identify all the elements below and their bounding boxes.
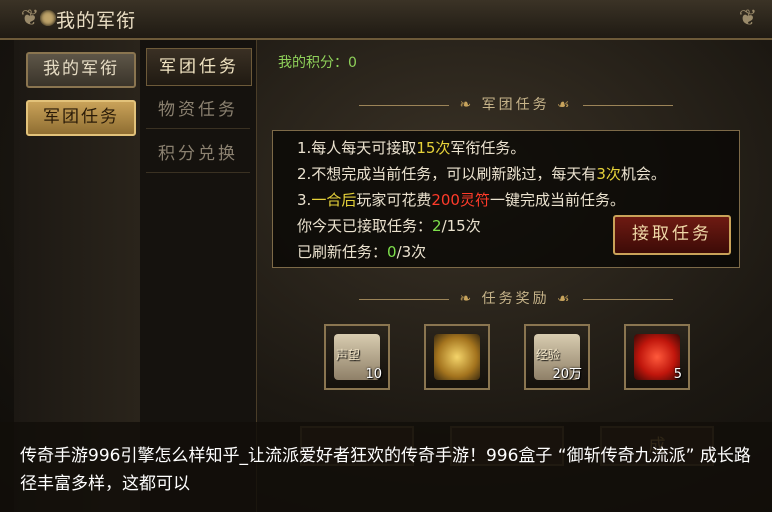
section-header-reward: ❧ 任务奖励 ☙ <box>260 288 772 308</box>
tab-supply-task[interactable]: 物资任务 <box>146 92 250 129</box>
window-title: 我的军衔 <box>56 10 137 32</box>
my-score: 我的积分：0 <box>278 52 357 72</box>
dragon-ornament-icon: ❦ <box>738 6 758 31</box>
reward-slot[interactable]: 声望 10 <box>324 324 390 390</box>
rule-2: 2.不想完成当前任务，可以刷新跳过，每天有3次机会。 <box>297 165 666 183</box>
section-title-reward: 任务奖励 <box>481 291 550 307</box>
reward-slot[interactable] <box>424 324 490 390</box>
reward-count: 10 <box>365 367 382 382</box>
section-header-task: ❧ 军团任务 ☙ <box>260 94 772 114</box>
scroll-ornament-icon: ❧ <box>459 291 475 307</box>
tab-points-exchange[interactable]: 积分兑换 <box>146 136 250 173</box>
reward-slot[interactable]: 经验 20万 <box>524 324 590 390</box>
window-emblem-icon <box>40 10 56 26</box>
sidebar-item-legion-task[interactable]: 军团任务 <box>26 100 136 136</box>
scroll-ornament-icon: ☙ <box>557 291 573 307</box>
accept-task-button[interactable]: 接取任务 <box>613 215 731 255</box>
tasks-refreshed: 已刷新任务：0/3次 <box>297 243 427 261</box>
rule-3: 3.一合后玩家可花费200灵符一键完成当前任务。 <box>297 191 625 209</box>
gold-medal-icon <box>434 334 480 380</box>
game-window: ❦ 我的军衔 ❦ 我的军衔 军团任务 军团任务 物资任务 积分兑换 我的积分：0… <box>0 0 772 512</box>
title-bar: ❦ 我的军衔 ❦ <box>0 0 772 40</box>
scroll-ornament-icon: ❧ <box>459 97 475 113</box>
caption-text: 传奇手游996引擎怎么样知乎_让流派爱好者狂欢的传奇手游！996盒子 “御斩传奇… <box>20 446 751 494</box>
tasks-accepted-today: 你今天已接取任务：2/15次 <box>297 217 481 235</box>
sidebar-item-my-rank[interactable]: 我的军衔 <box>26 52 136 88</box>
reward-count: 5 <box>673 367 682 382</box>
task-info-box: 1.每人每天可接取15次军衔任务。 2.不想完成当前任务，可以刷新跳过，每天有3… <box>272 130 740 268</box>
reward-slot[interactable]: 5 <box>624 324 690 390</box>
caption-overlay: 传奇手游996引擎怎么样知乎_让流派爱好者狂欢的传奇手游！996盒子 “御斩传奇… <box>0 422 772 512</box>
rule-1: 1.每人每天可接取15次军衔任务。 <box>297 139 526 157</box>
scroll-ornament-icon: ☙ <box>557 97 573 113</box>
reward-count: 20万 <box>552 367 582 382</box>
section-title-task: 军团任务 <box>481 97 550 113</box>
tab-legion-task[interactable]: 军团任务 <box>146 48 252 86</box>
score-value: 0 <box>348 55 357 71</box>
score-label: 我的积分： <box>278 55 348 71</box>
